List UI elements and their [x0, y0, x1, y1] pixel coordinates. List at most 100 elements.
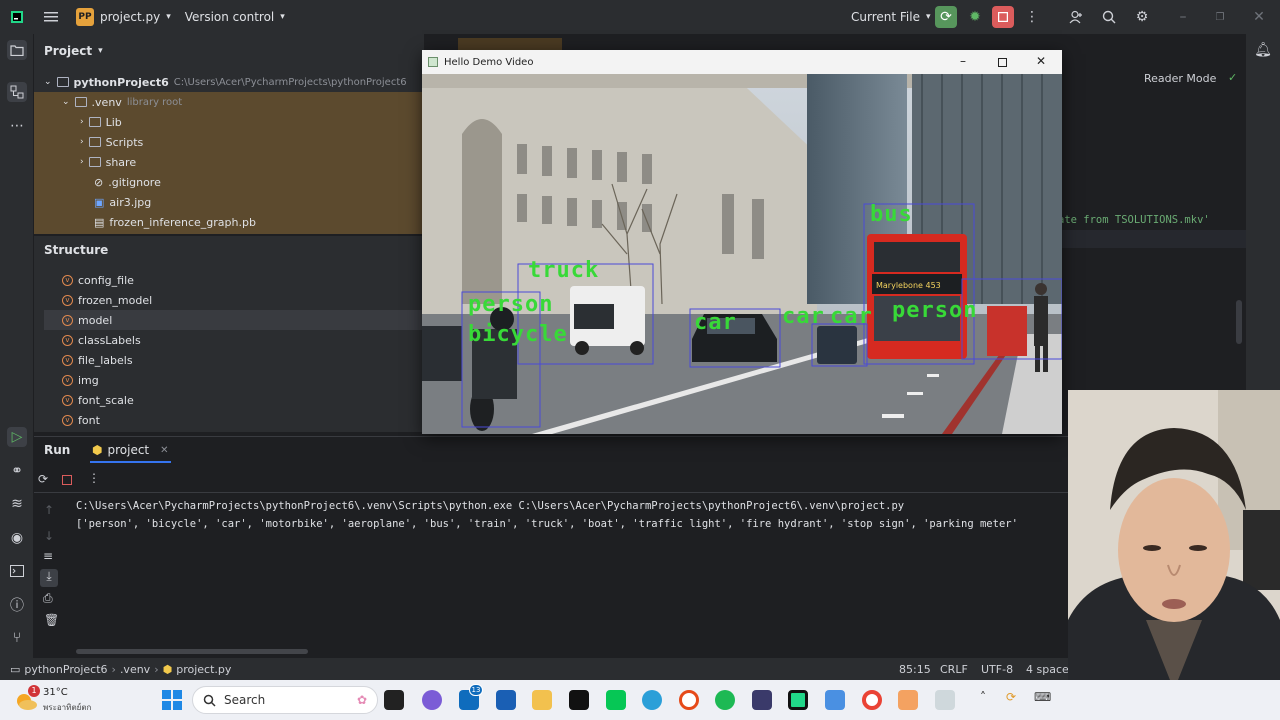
tree-item-frozen-graph[interactable]: ▤ frozen_inference_graph.pb — [94, 212, 256, 232]
more-tools-icon[interactable]: ⋯ — [7, 116, 27, 136]
file-explorer-icon[interactable] — [532, 690, 552, 710]
variable-icon: v — [62, 334, 73, 346]
pycharm-taskbar-icon[interactable] — [788, 690, 808, 710]
line-app-icon[interactable] — [606, 690, 626, 710]
vcs-label: Version control — [184, 10, 275, 24]
task-view-icon[interactable] — [384, 690, 404, 710]
app-icon[interactable] — [752, 690, 772, 710]
print-icon[interactable]: ⎙ — [43, 591, 53, 606]
weather-widget[interactable]: 1 — [14, 685, 40, 711]
chat-icon[interactable] — [422, 690, 442, 710]
minimize-window-icon[interactable]: – — [1172, 6, 1194, 28]
git-branch-icon[interactable]: ⑂ — [7, 628, 27, 648]
folder-icon — [88, 117, 101, 127]
breadcrumb-item[interactable]: project.py — [176, 663, 231, 676]
structure-icon[interactable] — [7, 82, 27, 102]
settings-gear-icon[interactable]: ⚙ — [1131, 6, 1153, 28]
project-switcher[interactable]: PP project.py ▾ — [76, 8, 171, 26]
more-vertical-icon[interactable]: ⋮ — [1021, 6, 1043, 28]
breadcrumb-item[interactable]: .venv — [120, 663, 150, 676]
debug-bug-icon[interactable]: ✹ — [964, 6, 986, 28]
rerun-button[interactable]: ⟳ — [935, 6, 957, 28]
trash-icon[interactable]: 🗑︎ — [44, 613, 59, 627]
video-app-icon[interactable] — [935, 690, 955, 710]
mail-icon[interactable]: 13 — [459, 684, 483, 710]
breadcrumb[interactable]: ▭ pythonProject6 › .venv › ⬢ project.py — [10, 663, 231, 676]
media-player-icon[interactable] — [679, 690, 699, 710]
structure-item[interactable]: v frozen_model — [62, 290, 422, 310]
run-tool-icon[interactable]: ▷ — [7, 427, 27, 447]
tree-item-share[interactable]: › share — [80, 152, 136, 172]
notepad-icon[interactable] — [825, 690, 845, 710]
project-panel-header[interactable]: Project ▾ — [44, 44, 103, 58]
caret-position[interactable]: 85:15 — [899, 663, 931, 676]
more-vertical-icon[interactable]: ⋮ — [88, 471, 100, 485]
scroll-down-icon[interactable]: ↓ — [44, 529, 54, 543]
tree-item-venv[interactable]: ⌄ .venv library root — [62, 92, 182, 112]
terminal-icon[interactable] — [7, 561, 27, 581]
layers-icon[interactable]: ≋ — [7, 494, 27, 514]
services-icon[interactable]: ◉ — [7, 528, 27, 548]
tree-root[interactable]: ⌄ pythonProject6 C:\Users\Acer\PycharmPr… — [44, 72, 407, 92]
reader-mode-toggle[interactable]: Reader Mode — [1144, 72, 1216, 85]
line-separator[interactable]: CRLF — [940, 663, 968, 676]
close-icon[interactable]: ✕ — [1036, 54, 1046, 68]
indent-setting[interactable]: 4 space — [1026, 663, 1069, 676]
structure-item[interactable]: v classLabels — [62, 330, 422, 350]
scroll-up-icon[interactable]: ↑ — [44, 503, 54, 517]
add-user-icon[interactable] — [1065, 6, 1087, 28]
structure-item[interactable]: v img — [62, 370, 422, 390]
office-icon[interactable] — [898, 690, 918, 710]
vcs-menu[interactable]: Version control ▾ — [185, 10, 285, 24]
tree-item-air3[interactable]: ▣ air3.jpg — [94, 192, 151, 212]
soft-wrap-icon[interactable]: ≡ — [43, 549, 53, 563]
project-folder-icon[interactable] — [7, 40, 27, 60]
editor-scrollbar[interactable] — [1236, 300, 1242, 344]
minimize-icon[interactable]: – — [960, 54, 966, 68]
spotify-icon[interactable] — [715, 690, 735, 710]
tree-item-gitignore[interactable]: ⊘ .gitignore — [94, 172, 161, 192]
breadcrumb-item[interactable]: pythonProject6 — [24, 663, 107, 676]
close-window-icon[interactable]: ✕ — [1248, 6, 1270, 28]
run-config-selector[interactable]: Current File ▾ — [851, 10, 931, 24]
search-highlight-icon: ✿ — [356, 693, 367, 707]
windows-start-icon[interactable] — [162, 690, 182, 713]
run-tab-project[interactable]: ⬢ project ✕ — [90, 439, 171, 463]
notifications-bell-icon[interactable]: 🔔︎ — [1253, 40, 1273, 60]
close-tab-icon[interactable]: ✕ — [160, 445, 168, 456]
tree-item-lib[interactable]: › Lib — [80, 112, 122, 132]
chrome-icon[interactable] — [862, 690, 882, 710]
editor-tab-fragment[interactable] — [458, 38, 562, 50]
problems-icon[interactable]: ⓘ — [7, 595, 27, 615]
structure-item[interactable]: v file_labels — [62, 350, 422, 370]
python-packages-icon[interactable]: ⚭ — [7, 461, 27, 481]
maximize-icon[interactable] — [998, 58, 1007, 67]
detection-label: truck — [528, 258, 600, 283]
chevron-up-icon[interactable]: ˄ — [980, 690, 986, 704]
structure-item[interactable]: v font_scale — [62, 390, 422, 410]
structure-item-selected[interactable]: v model — [44, 310, 424, 330]
horizontal-scrollbar[interactable] — [76, 649, 308, 654]
tree-item-label: .gitignore — [108, 175, 161, 189]
keyboard-icon[interactable]: ⌨ — [1034, 690, 1051, 704]
tree-item-scripts[interactable]: › Scripts — [80, 132, 143, 152]
notion-icon[interactable] — [569, 690, 589, 710]
scroll-to-end-icon[interactable]: ⤓ — [40, 569, 58, 587]
rerun-icon[interactable]: ⟳ — [38, 472, 48, 486]
video-window[interactable]: Hello Demo Video – ✕ Marylebone 453 truc… — [422, 50, 1062, 434]
search-icon[interactable] — [1098, 6, 1120, 28]
folder-icon — [56, 77, 69, 87]
stop-button[interactable] — [992, 6, 1014, 28]
file-encoding[interactable]: UTF-8 — [981, 663, 1013, 676]
edge-browser-icon[interactable] — [642, 690, 662, 710]
store-icon[interactable] — [496, 690, 516, 710]
stop-icon[interactable] — [62, 475, 72, 485]
video-window-title: Hello Demo Video — [444, 56, 534, 68]
video-window-titlebar[interactable]: Hello Demo Video – ✕ — [422, 50, 1062, 74]
taskbar-search-box[interactable]: Search ✿ — [192, 686, 378, 714]
structure-item[interactable]: v config_file — [62, 270, 422, 290]
restore-window-icon[interactable]: ❐ — [1209, 6, 1231, 28]
structure-item[interactable]: v font — [62, 410, 422, 430]
main-menu-icon[interactable] — [40, 6, 62, 28]
sync-icon[interactable]: ⟳ — [1006, 690, 1016, 704]
